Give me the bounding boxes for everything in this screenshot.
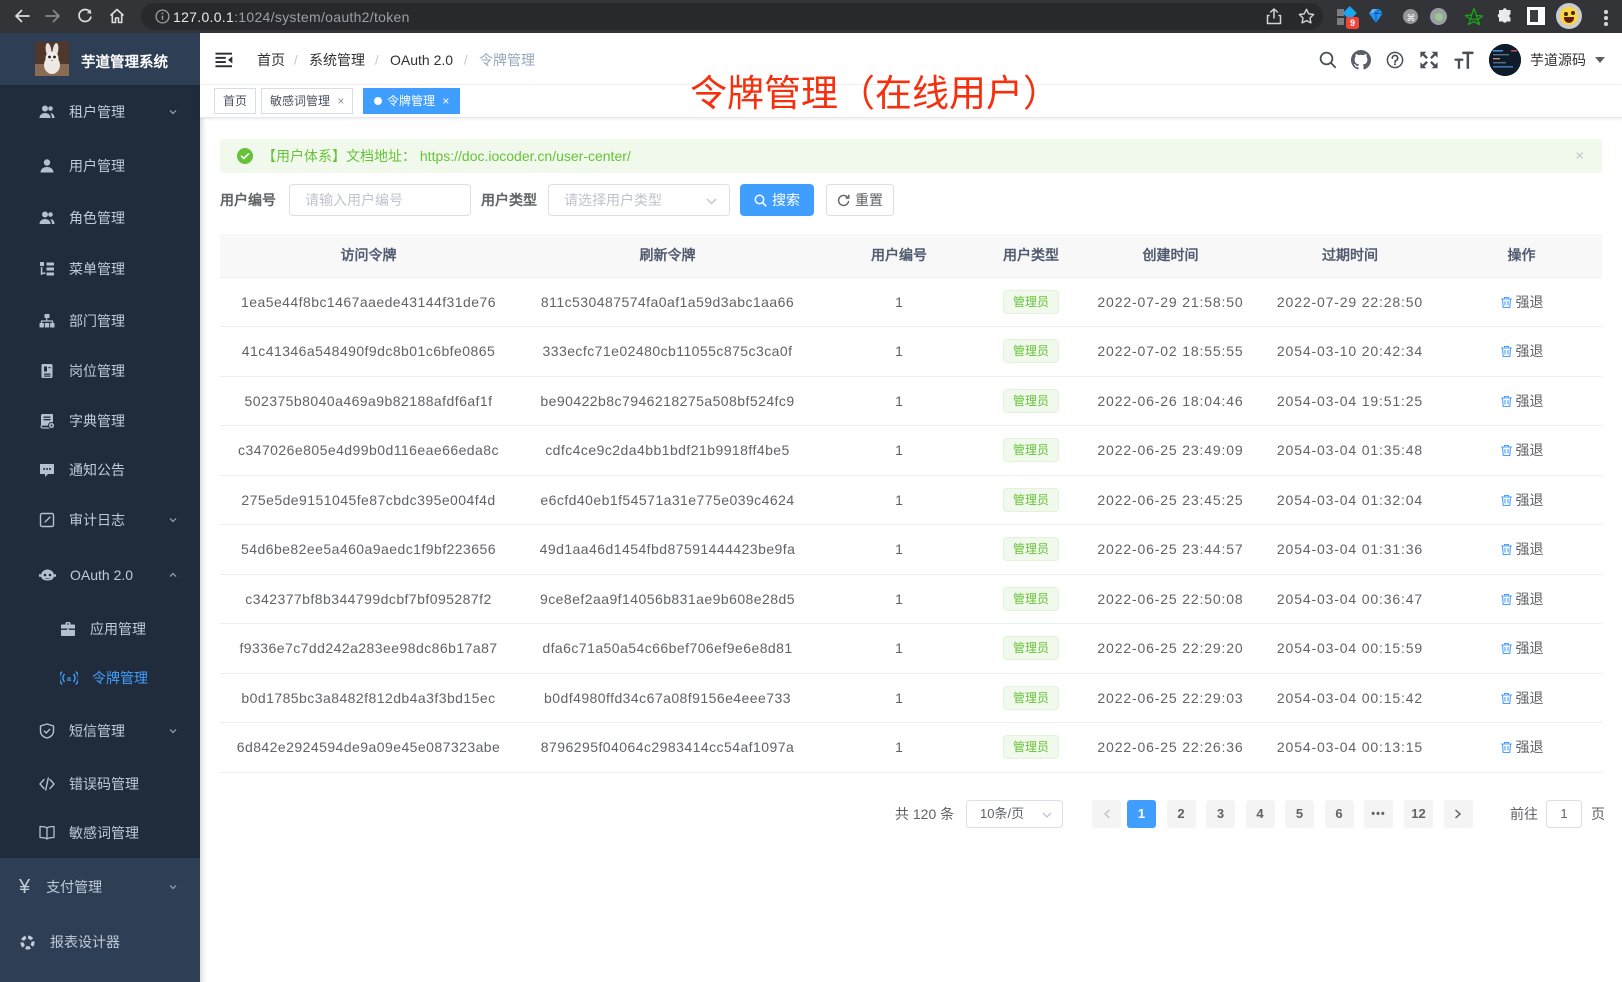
- svg-text:a: a: [67, 674, 72, 683]
